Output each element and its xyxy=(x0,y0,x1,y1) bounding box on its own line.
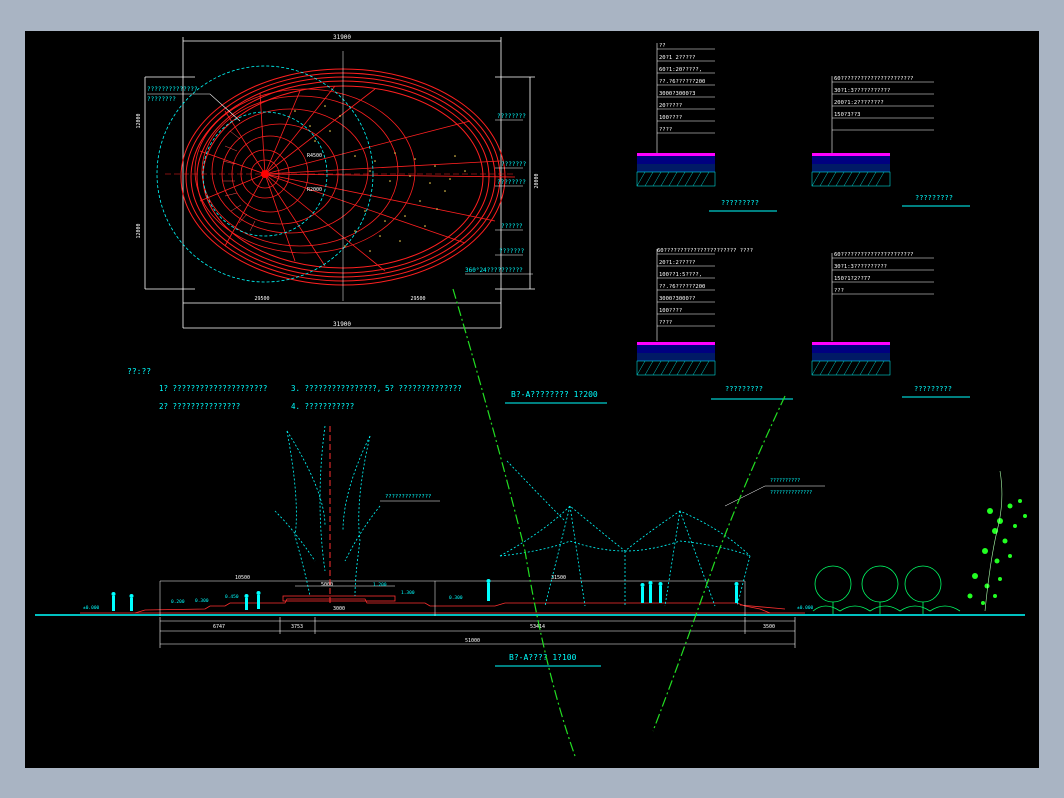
sec2-line-2: 30?1:3??????????? xyxy=(834,88,890,94)
plan-right-label-6: 360°24?????????? xyxy=(465,267,523,274)
elev-dim-b2: 3753 xyxy=(291,624,303,630)
notes-item-5: 5? ?????????????? xyxy=(385,384,462,393)
sec3-line-5: 3000?3000?? xyxy=(659,296,695,302)
elev-level-1: ±0.000 xyxy=(83,605,100,611)
elev-dim-total: 51000 xyxy=(465,638,480,644)
plan-dim-left-upper: 12000 xyxy=(136,113,142,128)
section-detail-2: 60?????????????????????? 30?1:3?????????… xyxy=(811,76,970,207)
sec3-line-2: 20?1:2????? xyxy=(659,260,695,266)
elev-level-6: 1.300 xyxy=(401,590,415,596)
elev-level-7: 0.300 xyxy=(449,595,463,601)
sec3-title: ????????? xyxy=(725,385,763,393)
sec1-line-8: ???? xyxy=(659,127,672,133)
sec1-title: ????????? xyxy=(721,199,759,207)
sec3-line-7: ???? xyxy=(659,320,672,326)
elev-label-tent-1: ?????????? xyxy=(770,478,800,484)
elev-dim-b4: 3500 xyxy=(763,624,775,630)
elev-dim-top-left: 10500 xyxy=(235,575,250,581)
notes-block: ??:?? 1? ????????????????????? 3. ??????… xyxy=(127,367,462,411)
plan-title: B?-A???????? 1?200 xyxy=(511,390,598,399)
elev-dim-top-mid: 5000 xyxy=(321,582,333,588)
sec1-line-5: 3000?3000?3 xyxy=(659,91,695,97)
section-detail-1: ?? 20?1 2????? 60?1:20?????, ??.?6??????… xyxy=(636,43,777,212)
sec3-line-1: 60?????????????????????? ???? xyxy=(657,248,753,254)
plan-dim-top: 31900 xyxy=(333,34,351,41)
elev-dim-b3: 53414 xyxy=(530,624,545,630)
notes-heading: ??:?? xyxy=(127,367,151,376)
sec1-line-2: 20?1 2????? xyxy=(659,55,695,61)
sec1-line-7: 100???? xyxy=(659,115,682,121)
sec2-line-3: 200?1:2???????? xyxy=(834,100,884,106)
elev-level-5: 1.200 xyxy=(373,582,387,588)
elev-level-8: ±0.000 xyxy=(797,605,814,611)
elev-label-sculpture: ?????????????? xyxy=(385,494,431,500)
plan-view: 31900 31900 29500 29500 12000 12000 2000… xyxy=(136,34,540,329)
plan-dim-left-lower: 12000 xyxy=(136,223,142,238)
sec4-line-4: ??? xyxy=(834,288,844,294)
cad-drawing-canvas: 31900 31900 29500 29500 12000 12000 2000… xyxy=(35,34,1027,757)
plan-dim-bottom: 31900 xyxy=(333,321,351,328)
sec4-line-1: 60?????????????????????? xyxy=(834,252,913,258)
sec1-line-6: 20????? xyxy=(659,103,682,109)
notes-item-4: 4. ??????????? xyxy=(291,402,354,411)
elev-dim-top-right: 31500 xyxy=(551,575,566,581)
notes-item-2: 2? ??????????????? xyxy=(159,402,240,411)
plan-left-label-2: ???????? xyxy=(147,96,176,103)
sec2-line-1: 60?????????????????????? xyxy=(834,76,913,82)
elev-label-tent-2: ?????????????? xyxy=(770,490,812,496)
elev-level-4: 0.450 xyxy=(225,594,239,600)
plan-dim-bottom-left: 29500 xyxy=(254,296,269,302)
plan-right-label-5: ??????? xyxy=(499,248,525,255)
sec4-title: ????????? xyxy=(914,385,952,393)
plan-left-label-1: ?????????????? xyxy=(147,86,198,93)
elev-dim-center: 3000 xyxy=(333,606,345,612)
sec2-line-4: 150?3??3 xyxy=(834,112,861,118)
sec3-line-4: ??.?6??????200 xyxy=(659,284,705,290)
sec3-line-3: 100??1:5????, xyxy=(659,272,702,278)
section-detail-4: 60?????????????????????? 30?1:3?????????… xyxy=(811,252,970,398)
sec2-title: ????????? xyxy=(915,194,953,202)
elev-level-3: 0.300 xyxy=(195,598,209,604)
sec1-line-4: ??.?6??????200 xyxy=(659,79,705,85)
elev-level-2: 0.200 xyxy=(171,599,185,605)
sec3-line-6: 100???? xyxy=(659,308,682,314)
plan-radius-1: R4500 xyxy=(307,153,322,159)
plan-right-label-1: ???????? xyxy=(497,113,526,120)
plan-dim-bottom-right: 29500 xyxy=(410,296,425,302)
plan-right-label-4: ?????? xyxy=(501,223,523,230)
elev-dim-b1: 6747 xyxy=(213,624,225,630)
elevation-title: B?-A???? 1?100 xyxy=(509,653,577,662)
sec4-line-2: 30?1:3?????????? xyxy=(834,264,887,270)
section-detail-3: 60?????????????????????? ???? 20?1:2????… xyxy=(636,248,793,400)
plan-radius-2: R2000 xyxy=(307,187,322,193)
notes-item-3: 3. ????????????????, xyxy=(291,384,381,393)
cad-drawing-viewport[interactable]: 31900 31900 29500 29500 12000 12000 2000… xyxy=(25,31,1039,768)
plan-dim-right: 20000 xyxy=(534,173,540,188)
plan-right-label-3: ???????? xyxy=(497,179,526,186)
sec1-line-3: 60?1:20?????, xyxy=(659,67,702,73)
elevation-view: 10500 5000 31500 3000 ?????????????? ???… xyxy=(35,425,1027,667)
sec1-line-1: ?? xyxy=(659,43,666,49)
sec4-line-3: 150?1?2??77 xyxy=(834,276,870,282)
plan-right-label-2: ??????? xyxy=(501,161,527,168)
notes-item-1: 1? ????????????????????? xyxy=(159,384,267,393)
section-cut-lines xyxy=(452,288,786,757)
